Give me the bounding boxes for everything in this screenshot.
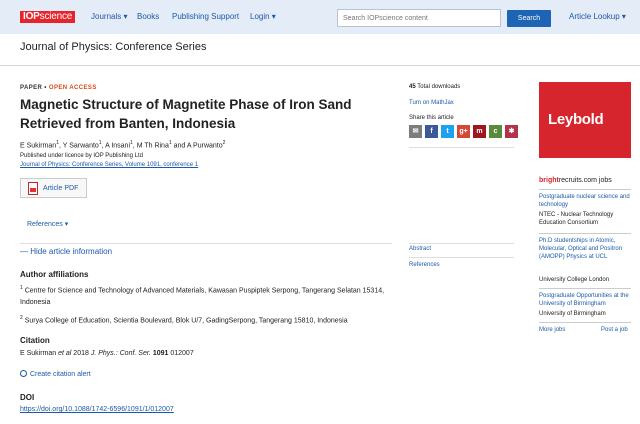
- author-name[interactable]: E Sukirman: [20, 142, 56, 149]
- doi-link[interactable]: https://doi.org/10.1088/1742-6596/1091/1…: [20, 406, 174, 413]
- licence-text: Published under licence by IOP Publishin…: [20, 153, 143, 159]
- jobs-divider: [539, 189, 631, 190]
- downloads-label: Total downloads: [415, 84, 461, 90]
- open-access-label: OPEN ACCESS: [48, 85, 97, 91]
- citation-volume: 1091: [150, 350, 169, 357]
- books-link[interactable]: Books: [137, 12, 159, 21]
- citation-heading: Citation: [20, 336, 50, 345]
- article-title: Magnetic Structure of Magnetite Phase of…: [20, 97, 352, 131]
- citation-alert-label: Create citation alert: [30, 371, 91, 378]
- sidebar-divider: [409, 243, 514, 244]
- author-name[interactable]: M Th Rina: [137, 142, 169, 149]
- email-share-icon[interactable]: ✉: [409, 125, 422, 138]
- more-jobs-link[interactable]: More jobs: [539, 327, 565, 333]
- citation-etal: et al: [58, 350, 72, 357]
- article-pdf-button[interactable]: Article PDF: [20, 178, 87, 198]
- references-dropdown[interactable]: References ▾: [27, 220, 68, 228]
- author-name[interactable]: A Purwanto: [187, 142, 223, 149]
- brand-jobs: .com jobs: [581, 177, 612, 184]
- affiliation-text: Centre for Science and Technology of Adv…: [20, 287, 385, 307]
- affiliation-text: Surya College of Education, Scientia Bou…: [24, 317, 348, 325]
- hide-article-information-toggle[interactable]: — Hide article information: [20, 247, 112, 256]
- brightrecruits-logo[interactable]: brightrecruits.com jobs: [539, 177, 612, 184]
- login-menu[interactable]: Login ▾: [250, 12, 276, 21]
- googleplus-share-icon[interactable]: g+: [457, 125, 470, 138]
- top-navigation-bar: IOPscience Journals ▾ Books Publishing S…: [0, 0, 640, 34]
- citeulike-share-icon[interactable]: c: [489, 125, 502, 138]
- post-a-job-link[interactable]: Post a job: [601, 327, 628, 333]
- publishing-support-link[interactable]: Publishing Support: [172, 12, 239, 21]
- author-name[interactable]: Y Sarwanto: [63, 142, 99, 149]
- journals-menu[interactable]: Journals ▾: [91, 12, 127, 21]
- citation-year: 2018: [71, 350, 91, 357]
- mendeley-share-icon[interactable]: m: [473, 125, 486, 138]
- facebook-share-icon[interactable]: f: [425, 125, 438, 138]
- article-lookup-menu[interactable]: Article Lookup ▾: [569, 12, 626, 21]
- brand-recruits: recruits: [558, 177, 582, 184]
- logo-text-iop: IOP: [23, 11, 40, 22]
- journal-title[interactable]: Journal of Physics: Conference Series: [20, 41, 206, 53]
- jobs-divider: [539, 322, 631, 323]
- header-divider: [0, 65, 640, 66]
- jobs-divider: [539, 233, 631, 234]
- share-icons-row: ✉ f t g+ m c ✱: [409, 125, 518, 139]
- doi-heading: DOI: [20, 393, 35, 402]
- brand-bright: bright: [539, 177, 559, 184]
- turn-on-mathjax-link[interactable]: Turn on MathJax: [409, 100, 454, 106]
- author-and: and: [171, 142, 187, 150]
- author-list: E Sukirman1, Y Sarwanto1, A Insani1, M T…: [20, 140, 225, 149]
- citation-text: E Sukirman et al 2018 J. Phys.: Conf. Se…: [20, 350, 194, 357]
- author-affiliations-heading: Author affiliations: [20, 270, 89, 279]
- article-pdf-label: Article PDF: [43, 185, 79, 192]
- twitter-share-icon[interactable]: t: [441, 125, 454, 138]
- search-button[interactable]: Search: [507, 10, 551, 27]
- sidebar-divider: [409, 257, 514, 258]
- citation-journal: J. Phys.: Conf. Ser.: [90, 350, 151, 357]
- paper-label: PAPER: [20, 85, 43, 91]
- job-organisation: University of Birmingham: [539, 311, 606, 317]
- separator: •: [42, 85, 49, 91]
- share-article-label: Share this article: [409, 115, 454, 121]
- sidebar-divider: [409, 147, 514, 148]
- leybold-logo: Leybold: [548, 111, 604, 128]
- author-name[interactable]: A Insani: [105, 142, 130, 149]
- job-organisation: NTEC - Nuclear Technology Education Cons…: [539, 212, 614, 226]
- job-title-link[interactable]: Postgraduate Opportunities at the Univer…: [539, 292, 633, 308]
- article-type-label: PAPER • OPEN ACCESS: [20, 85, 97, 91]
- author-affiliation-number: 2: [222, 140, 226, 146]
- job-title-link[interactable]: Ph.D studentships in Atomic, Molecular, …: [539, 237, 633, 261]
- create-citation-alert-link[interactable]: Create citation alert: [20, 370, 91, 378]
- citation-article-number: 012007: [168, 350, 194, 357]
- pdf-icon: [28, 182, 38, 195]
- iopscience-logo[interactable]: IOPscience: [20, 11, 76, 23]
- citation-authors: E Sukirman: [20, 350, 59, 357]
- affiliation-item: 1 Centre for Science and Technology of A…: [20, 282, 392, 309]
- affiliation-number: 1: [20, 285, 23, 291]
- affiliation-item: 2 Surya College of Education, Scientia B…: [20, 312, 392, 327]
- abstract-link[interactable]: Abstract: [409, 246, 431, 252]
- search-input[interactable]: Search IOPscience content: [337, 9, 501, 27]
- job-title-link[interactable]: Postgraduate nuclear science and technol…: [539, 193, 633, 209]
- job-organisation: University College London: [539, 277, 610, 283]
- leybold-advertisement[interactable]: Leybold: [539, 82, 631, 158]
- downloads-count: 45: [409, 84, 416, 90]
- section-divider: [20, 243, 392, 244]
- total-downloads: 45 Total downloads: [409, 84, 460, 90]
- references-link[interactable]: References: [409, 262, 440, 268]
- journal-volume-link[interactable]: Journal of Physics: Conference Series, V…: [20, 162, 198, 168]
- affiliation-number: 2: [20, 315, 23, 321]
- logo-text-science: science: [39, 11, 73, 22]
- jobs-divider: [539, 288, 631, 289]
- reddit-share-icon[interactable]: ✱: [505, 125, 518, 138]
- clock-icon: [20, 370, 27, 377]
